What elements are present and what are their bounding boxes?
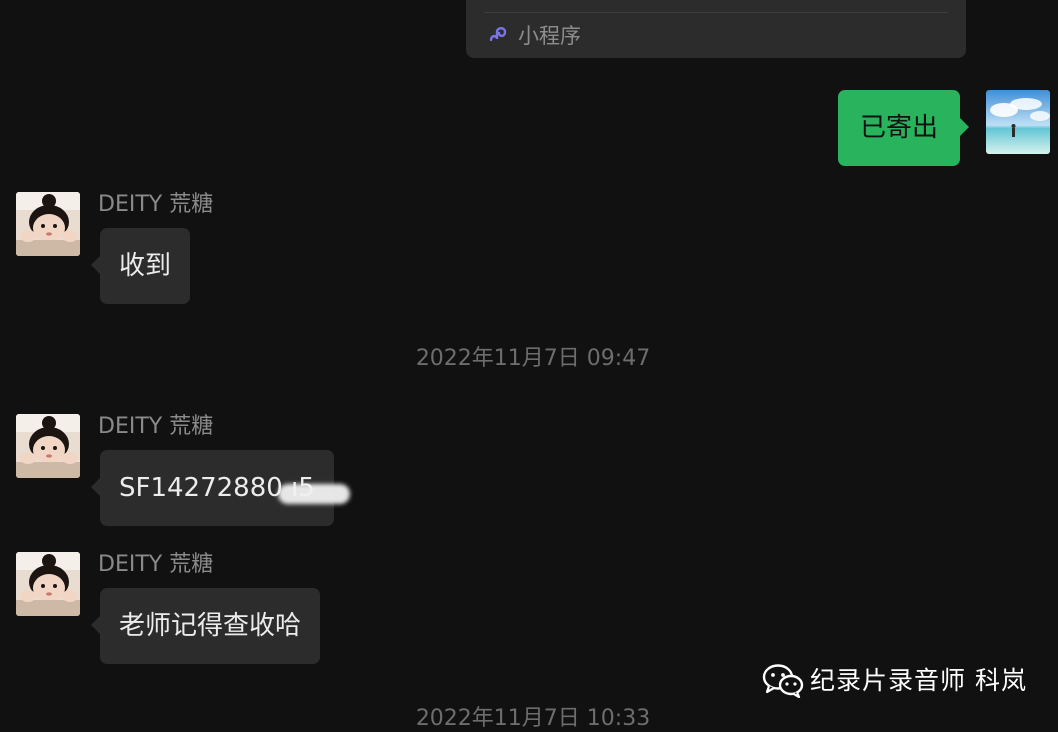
my-avatar[interactable] — [986, 90, 1050, 154]
contact-avatar[interactable] — [16, 552, 80, 616]
redaction-blur — [278, 484, 350, 504]
sender-name: DEITY 荒糖 — [98, 552, 214, 577]
watermark: 纪录片录音师 科岚 — [762, 664, 1027, 698]
sender-name: DEITY 荒糖 — [98, 414, 214, 439]
child-portrait-icon — [16, 414, 80, 478]
mini-program-icon — [489, 27, 507, 42]
contact-avatar[interactable] — [16, 414, 80, 478]
incoming-message-bubble[interactable]: 收到 — [90, 228, 191, 304]
outgoing-message-bubble[interactable]: 已寄出 — [838, 90, 970, 166]
message-timestamp: 2022年11月7日 09:47 — [415, 346, 651, 371]
mini-program-card[interactable]: 小程序 — [466, 0, 966, 58]
wechat-icon — [762, 664, 804, 698]
sender-name: DEITY 荒糖 — [98, 192, 214, 217]
beach-photo-icon — [986, 90, 1050, 154]
contact-avatar[interactable] — [16, 192, 80, 256]
child-portrait-icon — [16, 552, 80, 616]
watermark-text: 纪录片录音师 科岚 — [810, 666, 1027, 695]
child-portrait-icon — [16, 192, 80, 256]
incoming-message-bubble[interactable]: 老师记得查收哈 — [90, 588, 321, 664]
message-timestamp: 2022年11月7日 10:33 — [415, 706, 651, 731]
mini-program-label: 小程序 — [518, 24, 581, 48]
card-divider — [484, 12, 948, 13]
